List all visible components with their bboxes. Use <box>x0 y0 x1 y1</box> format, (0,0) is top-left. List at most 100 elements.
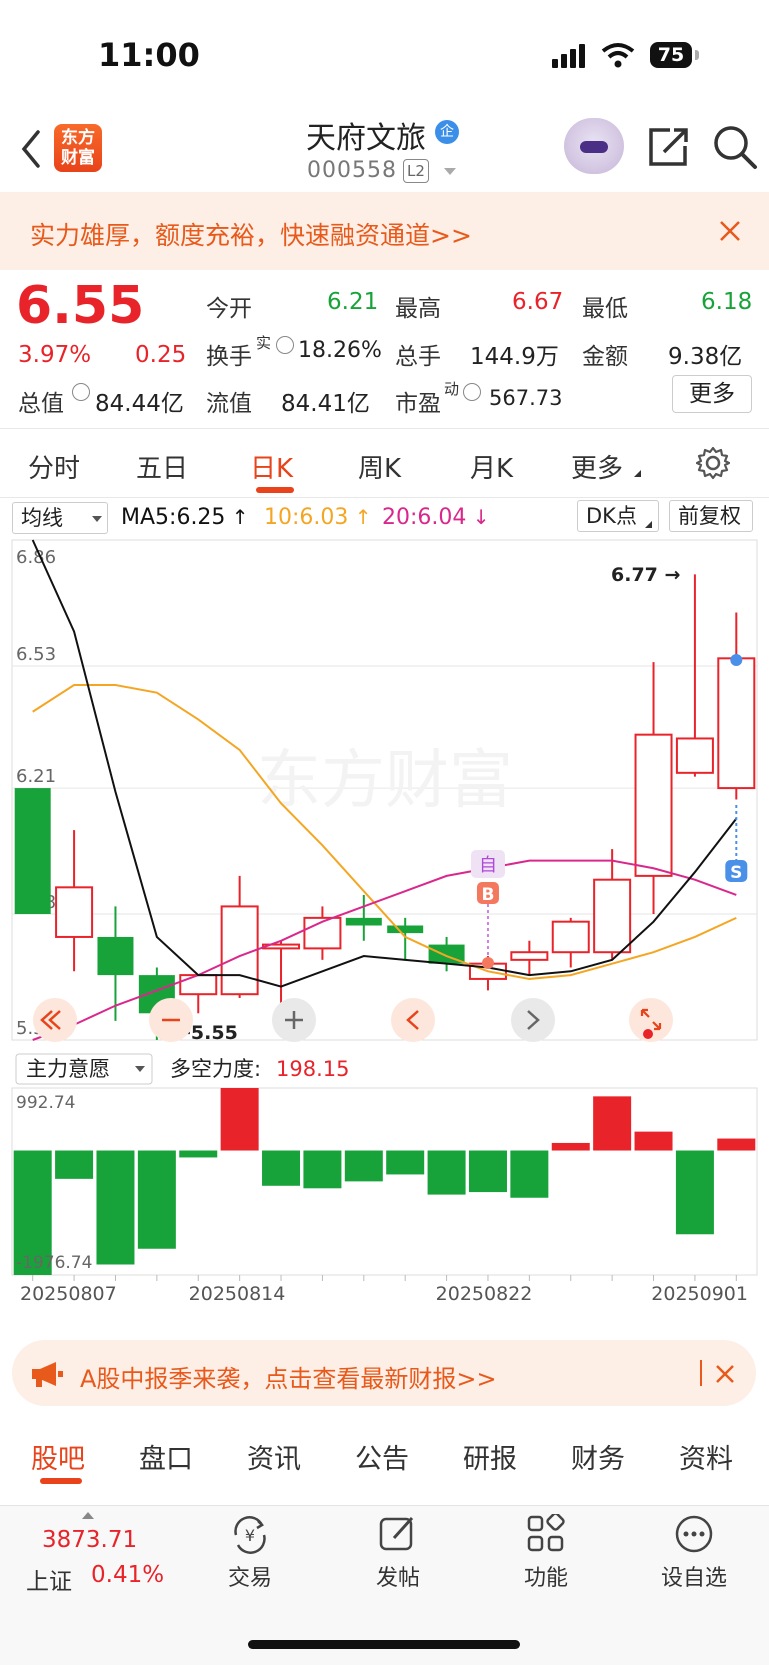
candle-body <box>551 920 590 954</box>
tab-announcements[interactable]: 公告 <box>355 1437 409 1476</box>
functions-grid-icon[interactable] <box>526 1514 566 1554</box>
low-value: 6.18 <box>701 289 753 315</box>
ma10-value: 10:6.03 ↑ <box>264 505 372 530</box>
index-change[interactable]: 0.41% <box>91 1562 164 1588</box>
more-button[interactable]: 更多 <box>672 375 752 413</box>
prev-icon[interactable] <box>391 998 435 1042</box>
back-icon[interactable] <box>20 130 42 168</box>
share-icon[interactable] <box>648 126 690 168</box>
kline-chart[interactable]: 6.866.536.215.885.55东方财富6.77 →←5.55自BS主力… <box>0 530 769 1320</box>
force-bar <box>468 1150 507 1193</box>
high-marker: 6.77 → <box>611 564 680 586</box>
tab-research[interactable]: 研报 <box>463 1437 517 1476</box>
fullscreen-dot <box>643 1029 653 1039</box>
rewind-icon[interactable] <box>33 998 77 1042</box>
y-tick-label: 992.74 <box>16 1093 75 1113</box>
tab-weekly-k[interactable]: 周K <box>358 448 401 485</box>
adjust-select[interactable]: 前复权 <box>669 500 753 532</box>
candle-body <box>593 878 632 954</box>
trade-label[interactable]: 交易 <box>218 1560 282 1592</box>
battery-icon: 75 <box>650 42 692 68</box>
y-tick-label: -1976.74 <box>16 1253 92 1273</box>
report-banner-text[interactable]: A股中报季来袭，点击查看最新财报>> <box>80 1359 497 1394</box>
tab-five-day[interactable]: 五日 <box>136 448 188 485</box>
candle-body <box>220 905 259 996</box>
index-name[interactable]: 上证 <box>26 1562 72 1596</box>
open-value: 6.21 <box>327 289 379 315</box>
amount-value: 9.38亿 <box>668 344 743 370</box>
candle-body <box>345 917 382 926</box>
indicator-select-label: 均线 <box>21 506 63 530</box>
dropdown-corner-icon <box>645 521 652 528</box>
force-label: 多空力度: <box>170 1057 261 1081</box>
mktcap-label: 总值 <box>18 391 64 417</box>
x-date-label: 20250807 <box>20 1283 117 1305</box>
tab-monthly-k[interactable]: 月K <box>470 448 513 485</box>
ma20-value: 20:6.04 ↓ <box>382 505 490 530</box>
turnover-value: 18.26% <box>298 338 382 363</box>
force-bar <box>675 1150 714 1235</box>
tab-daily-k[interactable]: 日K <box>250 448 293 485</box>
next-icon[interactable] <box>511 998 555 1042</box>
turnover-sup: 实 <box>256 334 272 352</box>
watermark: 东方财富 <box>257 744 513 818</box>
home-indicator <box>248 1640 520 1649</box>
compose-label[interactable]: 发帖 <box>366 1560 430 1592</box>
enterprise-badge-icon: 企 <box>435 120 459 144</box>
wifi-icon <box>601 43 635 68</box>
tab-more[interactable]: 更多 <box>571 448 623 485</box>
search-icon[interactable] <box>712 124 758 170</box>
bottom-tab-indicator <box>40 1478 82 1484</box>
info-icon[interactable] <box>463 383 481 401</box>
force-bar <box>551 1142 590 1151</box>
divider <box>0 428 769 429</box>
candle-body <box>387 925 424 934</box>
close-icon[interactable] <box>715 1364 735 1384</box>
tab-news[interactable]: 资讯 <box>247 1437 301 1476</box>
chevron-down-icon[interactable] <box>444 168 456 175</box>
sub-indicator-label: 主力意愿 <box>26 1057 110 1081</box>
megaphone-icon <box>32 1362 63 1387</box>
candle-body <box>717 657 756 790</box>
tab-profile[interactable]: 资料 <box>679 1437 733 1476</box>
pe-label: 市盈 <box>395 391 441 417</box>
promo-banner-text[interactable]: 实力雄厚，额度充裕，快速融资通道>> <box>30 216 472 252</box>
compose-icon[interactable] <box>378 1514 418 1554</box>
close-icon[interactable] <box>719 220 741 242</box>
tab-guba[interactable]: 股吧 <box>31 1437 85 1476</box>
tab-pankou[interactable]: 盘口 <box>139 1437 193 1476</box>
add-watchlist-label[interactable]: 设自选 <box>650 1560 738 1592</box>
force-bar <box>593 1096 632 1151</box>
adjust-label: 前复权 <box>678 504 741 528</box>
candle-body <box>510 951 549 961</box>
chevron-down-icon <box>92 516 102 522</box>
tab-finance[interactable]: 财务 <box>571 1437 625 1476</box>
tab-active-indicator <box>256 487 294 493</box>
info-icon[interactable] <box>72 383 90 401</box>
candle-body <box>179 974 218 996</box>
open-label: 今开 <box>206 296 252 322</box>
force-bar <box>427 1150 466 1195</box>
stock-code: 000558 <box>307 158 397 183</box>
index-value[interactable]: 3873.71 <box>42 1527 137 1553</box>
force-bar <box>179 1150 218 1158</box>
settings-gear-icon[interactable] <box>696 446 730 480</box>
force-bar <box>55 1150 94 1179</box>
status-time: 11:00 <box>98 36 200 74</box>
y-tick-label: 6.86 <box>16 547 56 568</box>
ma5-value: MA5:6.25 ↑ <box>121 505 249 530</box>
trade-yen-icon[interactable]: ¥ <box>228 1515 272 1555</box>
candle-body <box>97 936 134 976</box>
info-icon[interactable] <box>276 336 294 354</box>
x-date-label: 20250814 <box>189 1283 286 1305</box>
chevron-up-icon[interactable] <box>82 1512 94 1519</box>
dk-point-label: DK点 <box>586 504 637 528</box>
level2-badge[interactable]: L2 <box>403 159 429 183</box>
x-date-label: 20250901 <box>651 1283 748 1305</box>
tab-intraday[interactable]: 分时 <box>28 448 80 485</box>
functions-label[interactable]: 功能 <box>514 1560 578 1592</box>
watchlist-more-icon[interactable] <box>674 1514 714 1554</box>
turnover-label: 换手 <box>206 344 252 370</box>
low-label: 最低 <box>582 296 628 322</box>
candle-body <box>675 737 714 774</box>
